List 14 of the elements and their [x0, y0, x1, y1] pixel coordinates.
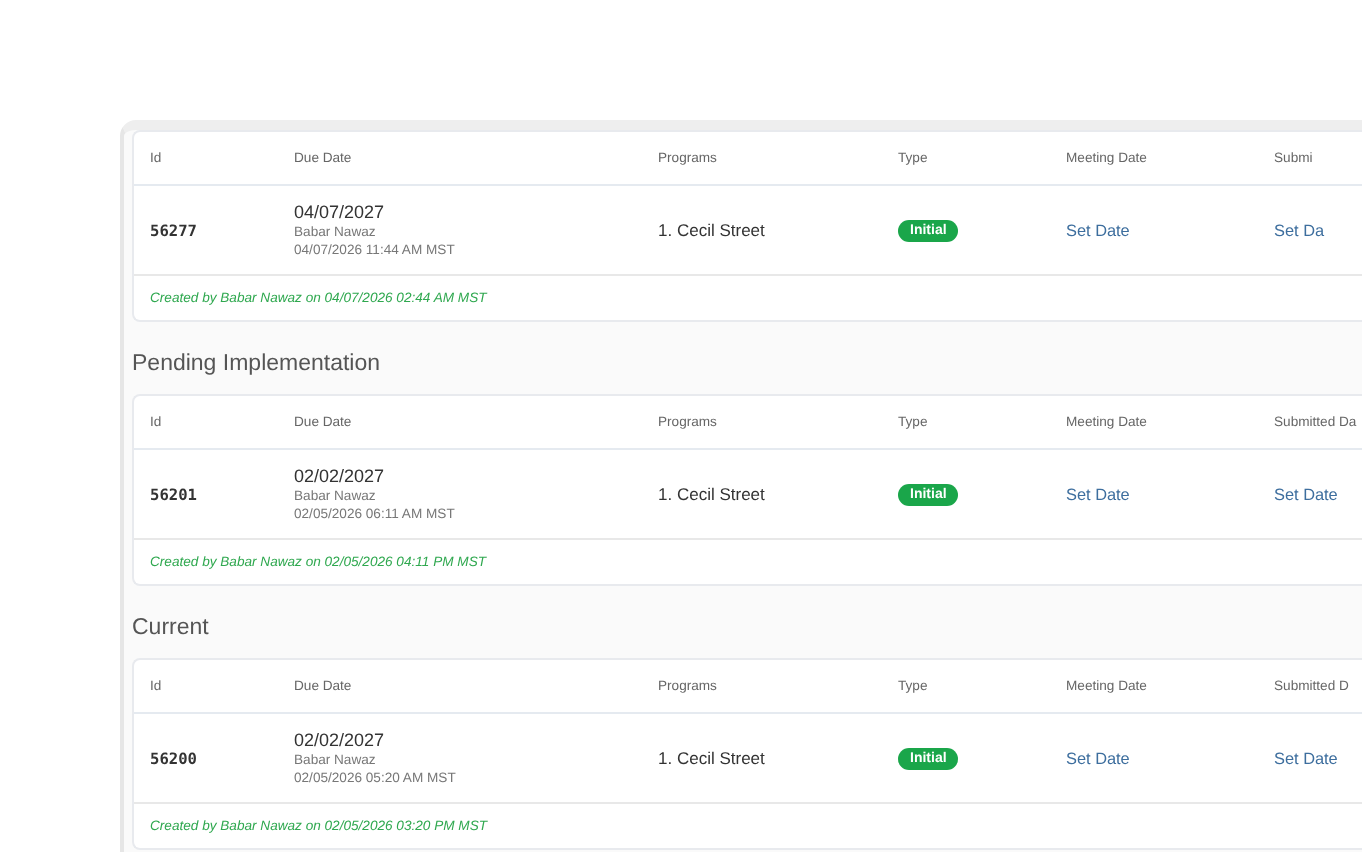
table-cell-text: 1. Cecil Street — [658, 484, 767, 504]
set-date-link[interactable]: Set Date — [1274, 486, 1338, 504]
set-date-link[interactable]: Set Date — [1066, 486, 1130, 504]
section-heading: Current — [132, 614, 211, 644]
set-date-link[interactable]: Set Date — [1274, 750, 1338, 768]
due-date: 02/02/2027 — [294, 729, 387, 751]
table-cell-text: 1. Cecil Street — [658, 748, 767, 768]
due-date: 02/02/2027 — [294, 465, 387, 487]
due-date: 04/07/2027 — [294, 201, 387, 223]
table-cell-text: 1. Cecil Street — [658, 220, 767, 240]
set-date-link[interactable]: Set Date — [1066, 222, 1130, 240]
section-heading: Pending Implementation — [132, 350, 383, 380]
set-date-link[interactable]: Set Da — [1274, 222, 1325, 240]
set-date-link[interactable]: Set Date — [1066, 750, 1130, 768]
